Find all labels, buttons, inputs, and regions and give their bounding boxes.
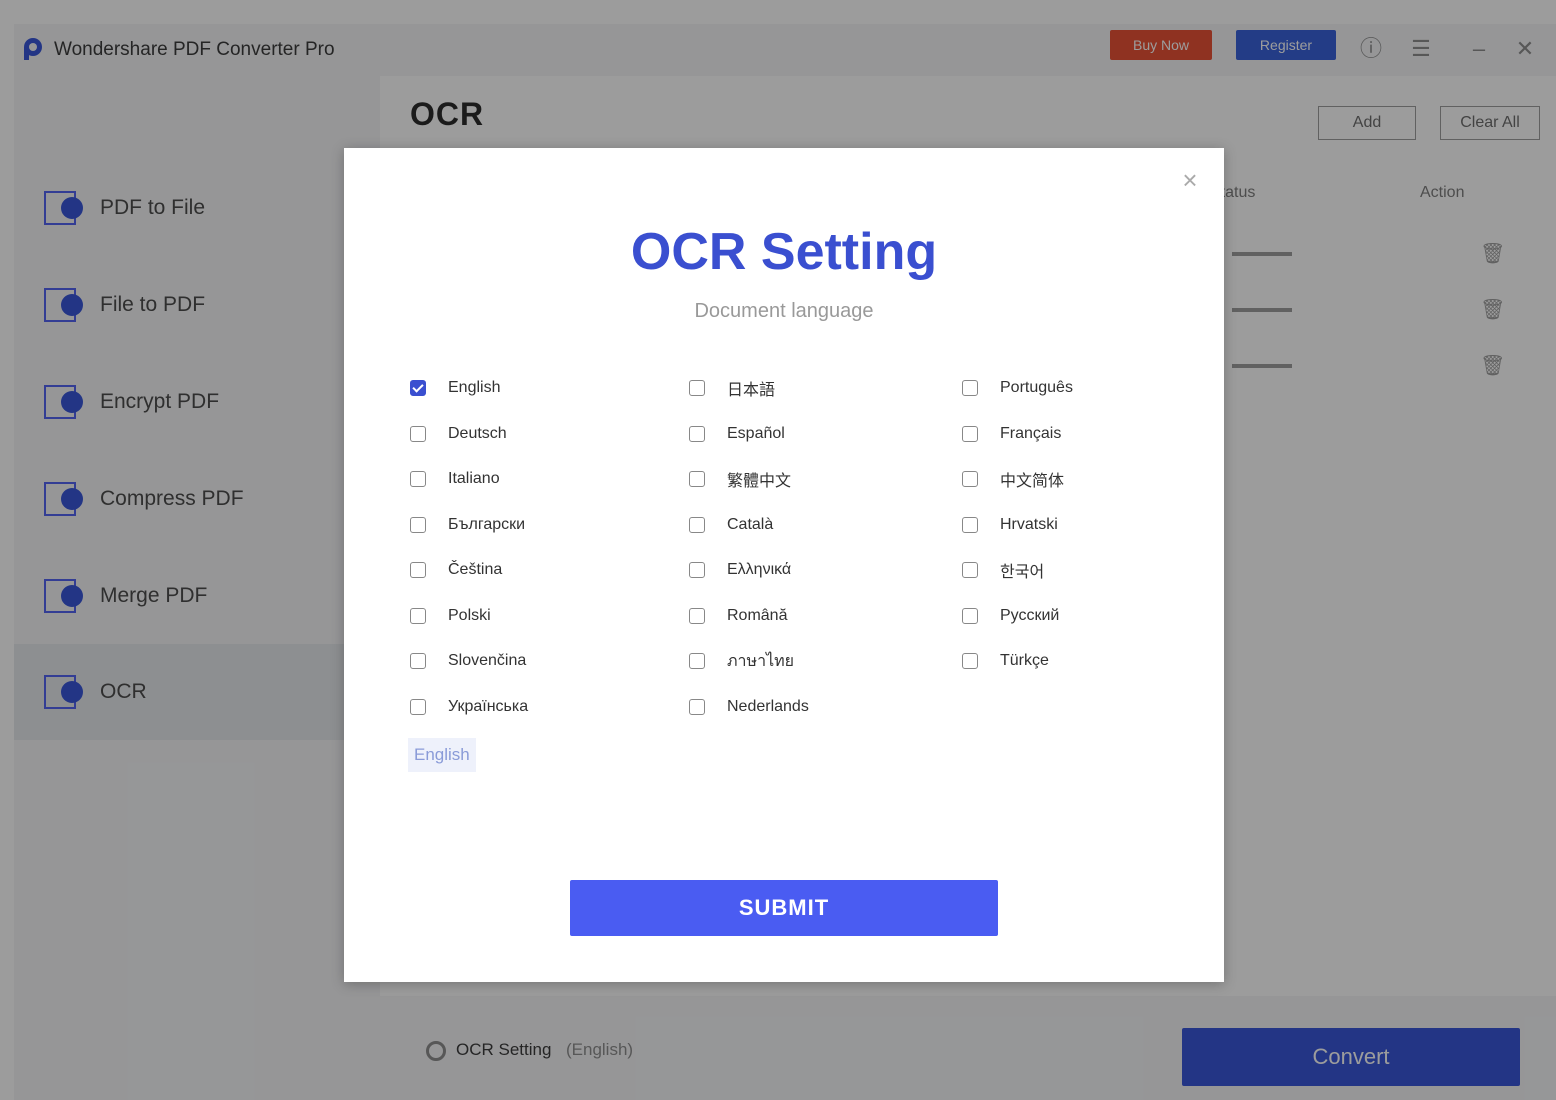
language-checkbox[interactable] [689,653,705,669]
language-option[interactable]: 繁體中文 [689,466,791,492]
language-label: 日本語 [727,382,776,399]
language-option[interactable]: Ελληνικά [689,557,791,583]
language-label: Ελληνικά [727,561,792,578]
language-label: 中文简体 [1000,473,1065,490]
language-label: Español [727,424,785,442]
language-checkbox[interactable] [410,562,426,578]
language-option[interactable]: Українська [410,694,528,720]
language-checkbox[interactable] [962,607,978,624]
language-label: 한국어 [1000,564,1045,581]
language-option[interactable]: Català [689,512,773,538]
language-checkbox[interactable] [962,653,978,669]
language-checkbox[interactable] [689,607,705,624]
language-checkbox[interactable] [410,698,426,715]
language-option[interactable]: Polski [410,603,491,629]
language-checkbox[interactable] [962,425,978,442]
language-label: Українська [448,697,529,715]
language-option[interactable]: 中文简体 [962,466,1064,492]
language-checkbox[interactable] [689,562,705,578]
language-option[interactable]: ภาษาไทย [689,648,794,674]
language-option[interactable]: Deutsch [410,421,507,447]
language-option[interactable]: Español [689,421,785,447]
language-option[interactable]: Italiano [410,466,500,492]
language-label: Русский [1000,606,1060,624]
language-label: Deutsch [448,424,507,442]
language-checkbox[interactable] [689,425,705,442]
language-checkbox[interactable] [410,380,426,396]
language-option[interactable]: Hrvatski [962,512,1058,538]
language-label: Italiano [448,470,500,487]
language-label: English [448,379,501,396]
language-label: Română [727,606,788,624]
language-option[interactable]: Română [689,603,787,629]
language-option[interactable]: 日本語 [689,375,775,401]
language-label: Nederlands [727,697,809,715]
dialog-subtitle: Document language [694,300,874,322]
close-icon[interactable]: × [1178,166,1202,194]
language-option[interactable]: Português [962,375,1073,401]
language-label: Français [1000,424,1062,442]
language-option[interactable]: Slovenčina [410,648,526,674]
language-label: Polski [448,606,491,624]
language-label: Slovenčina [448,652,527,669]
language-label: 繁體中文 [727,473,792,490]
language-label: Català [727,515,774,533]
language-checkbox[interactable] [962,516,978,533]
language-option[interactable]: English [410,375,500,401]
language-checkbox[interactable] [410,425,426,442]
language-label: Türkçe [1000,652,1049,669]
language-option[interactable]: Български [410,512,525,538]
language-checkbox[interactable] [689,380,705,396]
language-label: ภาษาไทย [727,652,795,670]
language-option[interactable]: Русский [962,603,1059,629]
language-option[interactable]: 한국어 [962,557,1044,583]
language-label: Hrvatski [1000,515,1058,533]
submit-button[interactable]: SUBMIT [570,880,998,936]
language-checkbox[interactable] [962,380,978,396]
language-checkbox[interactable] [410,607,426,624]
language-label: Português [1000,379,1073,396]
language-checkbox[interactable] [410,471,426,487]
ocr-setting-dialog: × OCR Setting Document language English 日… [344,148,1224,982]
language-option[interactable]: Nederlands [689,694,809,720]
language-checkbox[interactable] [962,562,978,578]
language-option[interactable]: Türkçe [962,648,1049,674]
language-label: Български [448,515,526,533]
language-checkbox[interactable] [410,516,426,533]
language-checkbox[interactable] [410,653,426,669]
dialog-title: OCR Setting [630,223,938,281]
language-checkbox[interactable] [962,471,978,487]
language-label: Čeština [448,561,503,578]
language-checkbox[interactable] [689,698,705,715]
language-option[interactable]: Français [962,421,1061,447]
language-checkbox[interactable] [689,471,705,487]
language-checkbox[interactable] [689,516,705,533]
selected-language-chip: English [408,738,476,772]
language-option[interactable]: Čeština [410,557,502,583]
